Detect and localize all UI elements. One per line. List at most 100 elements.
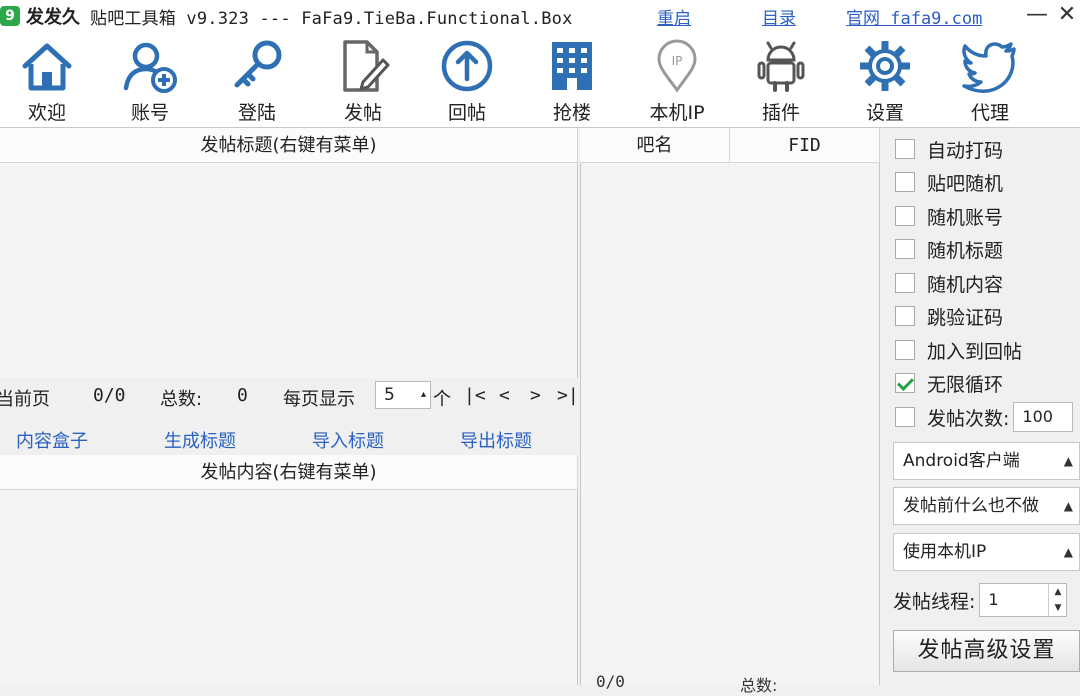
- add-to-reply-checkbox[interactable]: 加入到回帖: [895, 338, 1023, 363]
- next-page-button[interactable]: >: [530, 385, 541, 406]
- forum-name-column-header[interactable]: 吧名: [580, 128, 730, 163]
- toolbar-login-button[interactable]: 登陆: [207, 32, 307, 128]
- gear-icon: [860, 41, 910, 91]
- twitter-bird-icon: [962, 42, 1016, 93]
- close-button[interactable]: ✕: [1054, 2, 1080, 28]
- website-link[interactable]: 官网 fafa9.com: [846, 4, 982, 29]
- toolbar-account-button[interactable]: 账号: [100, 32, 200, 128]
- restart-link[interactable]: 重启: [657, 4, 691, 29]
- checkbox-label: 自动打码: [927, 139, 1004, 162]
- checkbox-label: 加入到回帖: [927, 340, 1023, 363]
- catalog-link[interactable]: 目录: [762, 4, 796, 29]
- per-page-unit: 个: [433, 389, 451, 410]
- random-forum-checkbox[interactable]: 贴吧随机: [895, 170, 1004, 195]
- thread-count-stepper[interactable]: 1 ▲ ▼: [979, 583, 1068, 617]
- toolbar-settings-button[interactable]: 设置: [835, 32, 935, 128]
- home-icon: [22, 43, 72, 91]
- checkbox-box: [895, 239, 915, 259]
- key-icon: [234, 40, 282, 88]
- generate-title-link[interactable]: 生成标题: [164, 427, 236, 453]
- svg-text:IP: IP: [672, 54, 683, 68]
- checkbox-box: [895, 340, 915, 360]
- advanced-settings-button[interactable]: 发帖高级设置: [893, 630, 1080, 672]
- checkbox-label: 随机内容: [927, 273, 1004, 296]
- current-page-label: 当前页: [0, 389, 50, 410]
- android-icon: [757, 41, 805, 92]
- checkbox-label: 无限循环: [927, 373, 1004, 396]
- forum-footer-count: 0/0: [596, 672, 625, 691]
- ip-select-value: 使用本机IP: [903, 542, 987, 562]
- title-bar: 9 发发久 贴吧工具箱 v9.323 --- FaFa9.TieBa.Funct…: [0, 0, 1080, 32]
- current-page-value: 0/0: [93, 385, 126, 406]
- export-title-link[interactable]: 导出标题: [460, 427, 532, 453]
- user-add-icon: [123, 42, 177, 93]
- toolbar-label: 插件: [761, 102, 800, 124]
- post-count-checkbox[interactable]: 发帖次数: 100: [895, 402, 1074, 432]
- edit-document-icon: [343, 40, 390, 92]
- checkbox-label: 跳验证码: [927, 306, 1004, 329]
- upload-arrow-icon: [441, 40, 493, 92]
- toolbar-grab-floor-button[interactable]: 抢楼: [522, 32, 622, 128]
- total-value: 0: [237, 385, 248, 406]
- random-account-checkbox[interactable]: 随机账号: [895, 204, 1004, 229]
- chevron-up-icon: ▲: [1063, 454, 1073, 468]
- spin-arrows-icon[interactable]: ▲ ▼: [1048, 584, 1066, 616]
- building-icon: [552, 42, 592, 90]
- toolbar-label: 账号: [130, 102, 169, 124]
- title-list-header: 发帖标题(右键有菜单): [0, 128, 578, 163]
- minimize-button[interactable]: —: [1024, 2, 1050, 28]
- toolbar-welcome-button[interactable]: 欢迎: [0, 32, 97, 128]
- forum-table-body[interactable]: [580, 163, 880, 685]
- import-title-link[interactable]: 导入标题: [312, 427, 384, 453]
- checkbox-label: 随机标题: [927, 239, 1004, 262]
- toolbar-plugin-button[interactable]: 插件: [731, 32, 831, 128]
- checkbox-label: 贴吧随机: [927, 172, 1004, 195]
- title-list[interactable]: [0, 163, 578, 378]
- random-title-checkbox[interactable]: 随机标题: [895, 237, 1004, 262]
- checkbox-box: [895, 306, 915, 326]
- random-content-checkbox[interactable]: 随机内容: [895, 271, 1004, 296]
- chevron-up-icon: ▲: [1063, 499, 1073, 513]
- toolbar-label: 设置: [865, 102, 904, 124]
- checkbox-box: [895, 206, 915, 226]
- toolbar-reply-button[interactable]: 回帖: [417, 32, 517, 128]
- last-page-button[interactable]: >|: [557, 385, 579, 406]
- toolbar-label: 登陆: [237, 102, 276, 124]
- window-title: 贴吧工具箱 v9.323 --- FaFa9.TieBa.Functional.…: [90, 8, 573, 29]
- forum-footer-total-label: 总数:: [740, 676, 778, 695]
- app-name: 发发久: [26, 7, 80, 28]
- fid-column-header[interactable]: FID: [730, 128, 880, 163]
- infinite-loop-checkbox[interactable]: 无限循环: [895, 371, 1004, 396]
- content-list[interactable]: [0, 490, 578, 685]
- checkbox-label: 随机账号: [927, 206, 1004, 229]
- ip-pin-icon: IP: [657, 39, 697, 93]
- toolbar-local-ip-button[interactable]: IP 本机IP: [627, 32, 727, 128]
- spin-arrows-icon: ▴: [420, 389, 426, 400]
- total-label: 总数:: [160, 389, 203, 410]
- toolbar-label: 欢迎: [27, 102, 66, 124]
- app-logo-icon: 9: [0, 6, 20, 26]
- client-select[interactable]: Android客户端 ▲: [893, 442, 1080, 480]
- ip-select[interactable]: 使用本机IP ▲: [893, 533, 1080, 571]
- post-count-field[interactable]: 100: [1013, 402, 1074, 432]
- thread-count-value: 1: [988, 590, 999, 609]
- before-post-select[interactable]: 发帖前什么也不做 ▲: [893, 487, 1080, 525]
- skip-captcha-checkbox[interactable]: 跳验证码: [895, 304, 1004, 329]
- content-box-link[interactable]: 内容盒子: [16, 427, 88, 453]
- title-pager: 当前页 0/0 总数: 0 每页显示 5 ▴ 个 |< < > >|: [0, 378, 579, 414]
- thread-count-row: 发帖线程: 1 ▲ ▼: [893, 583, 1068, 617]
- toolbar-proxy-button[interactable]: 代理: [940, 32, 1040, 128]
- per-page-stepper[interactable]: 5 ▴: [375, 381, 431, 409]
- title-actions: 内容盒子 生成标题 导入标题 导出标题: [0, 420, 578, 454]
- checkbox-box: [895, 139, 915, 159]
- post-count-label: 发帖次数:: [927, 407, 1010, 430]
- prev-page-button[interactable]: <: [499, 385, 510, 406]
- per-page-value: 5: [384, 385, 395, 405]
- auto-captcha-checkbox[interactable]: 自动打码: [895, 137, 1004, 162]
- checkbox-box: [895, 273, 915, 293]
- per-page-label: 每页显示: [283, 389, 355, 410]
- first-page-button[interactable]: |<: [464, 385, 486, 406]
- checkbox-box: [895, 407, 915, 427]
- client-select-value: Android客户端: [903, 451, 1020, 471]
- toolbar-post-button[interactable]: 发帖: [313, 32, 413, 128]
